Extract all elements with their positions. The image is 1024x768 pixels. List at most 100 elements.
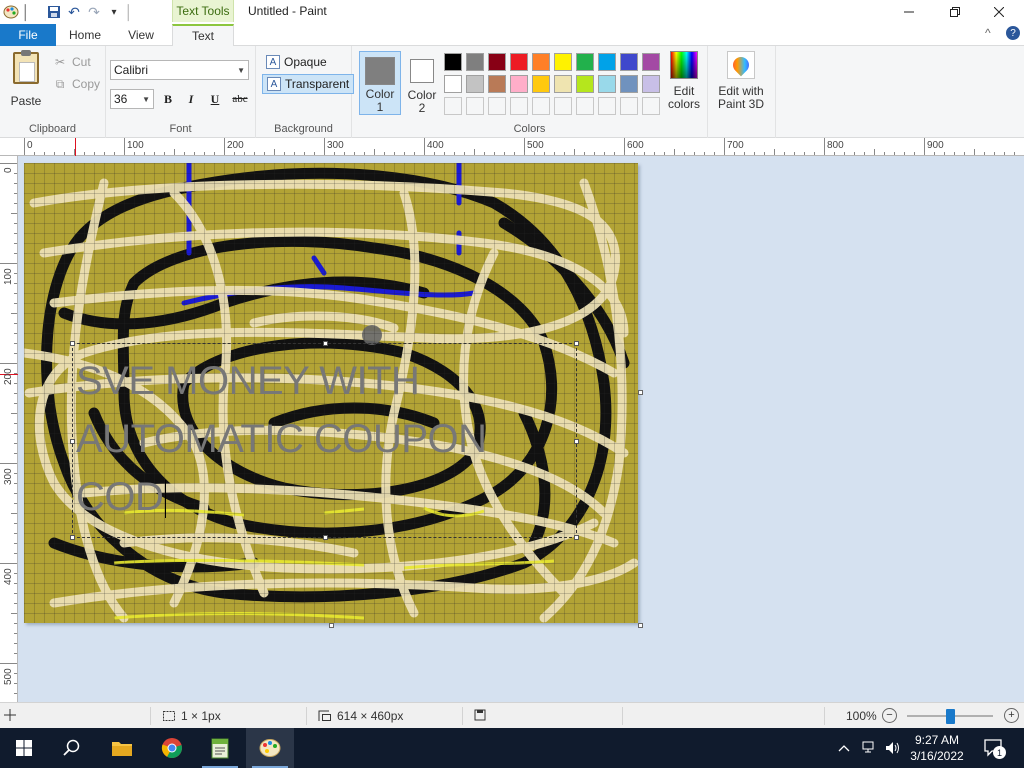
notification-center-button[interactable]: 1 [984, 728, 1006, 768]
drawing-canvas[interactable]: SVE MONEY WITH AUTOMATIC COUPON COD [24, 163, 638, 623]
close-icon[interactable] [976, 0, 1022, 24]
tab-home[interactable]: Home [62, 24, 108, 46]
palette-swatch[interactable] [642, 53, 660, 71]
palette-swatch[interactable] [554, 53, 572, 71]
paint-taskbar-icon[interactable] [246, 728, 294, 768]
palette-swatch[interactable] [466, 97, 484, 115]
chrome-icon[interactable] [148, 728, 196, 768]
ruler-tick [14, 543, 17, 544]
canvas-resize-handle-corner[interactable] [638, 623, 643, 628]
opaque-button[interactable]: A Opaque [262, 52, 331, 72]
canvas-resize-handle-bottom[interactable] [329, 623, 334, 628]
collapse-ribbon-icon[interactable]: ^ [985, 26, 991, 40]
undo-icon[interactable]: ↶ [64, 1, 84, 23]
taskbar-clock[interactable]: 9:27 AM 3/16/2022 [906, 732, 968, 764]
show-hidden-icons[interactable] [838, 728, 850, 768]
ruler-tick [14, 273, 17, 274]
ruler-tick [14, 443, 17, 444]
color1-button[interactable]: Color 1 [359, 51, 401, 115]
ruler-label: 500 [527, 140, 544, 151]
copy-button[interactable]: ⧉ Copy [52, 74, 100, 94]
notepad-icon[interactable] [196, 728, 244, 768]
save-icon[interactable] [44, 1, 64, 23]
palette-swatch[interactable] [466, 53, 484, 71]
strikethrough-button[interactable]: abc [229, 90, 251, 108]
palette-swatch[interactable] [620, 75, 638, 93]
search-button[interactable] [48, 728, 96, 768]
palette-swatch[interactable] [444, 97, 462, 115]
palette-swatch[interactable] [510, 97, 528, 115]
palette-swatch[interactable] [444, 53, 462, 71]
palette-swatch[interactable] [620, 53, 638, 71]
palette-swatch[interactable] [532, 75, 550, 93]
transparent-label: Transparent [285, 77, 350, 91]
canvas-workspace[interactable]: 0 100 200 300 400 500 600 700 800 900 0 100 200 300 4… [0, 138, 1024, 702]
palette-swatch[interactable] [576, 53, 594, 71]
palette-swatch[interactable] [554, 75, 572, 93]
tab-file[interactable]: File [0, 24, 56, 46]
ruler-label: 200 [3, 368, 14, 385]
palette-swatch[interactable] [642, 97, 660, 115]
file-explorer-icon[interactable] [98, 728, 146, 768]
ruler-tick [14, 453, 17, 454]
cut-button[interactable]: ✂ Cut [52, 52, 91, 72]
palette-swatch[interactable] [444, 75, 462, 93]
tab-view[interactable]: View [118, 24, 164, 46]
ruler-tick [394, 152, 395, 155]
chevron-down-icon: ▼ [237, 66, 245, 75]
ruler-tick [674, 149, 675, 155]
palette-swatch[interactable] [510, 75, 528, 93]
transparent-button[interactable]: A Transparent [262, 74, 355, 94]
bold-button[interactable]: B [159, 90, 177, 108]
edit-colors-button[interactable]: Edit colors [666, 51, 702, 115]
palette-swatch[interactable] [620, 97, 638, 115]
palette-swatch[interactable] [510, 53, 528, 71]
palette-swatch[interactable] [576, 75, 594, 93]
font-size-dropdown[interactable]: 36 ▼ [110, 89, 154, 109]
ruler-tick [514, 152, 515, 155]
edit-with-paint3d-button[interactable]: Edit with Paint 3D [714, 51, 768, 115]
canvas-resize-handle-right[interactable] [638, 390, 643, 395]
paint-app-icon[interactable] [2, 1, 20, 23]
palette-swatch[interactable] [598, 75, 616, 93]
network-icon[interactable] [862, 728, 878, 768]
underline-button[interactable]: U [206, 90, 224, 108]
minimize-icon[interactable] [886, 0, 932, 24]
selection-size-text: 1 × 1px [181, 709, 221, 723]
palette-swatch[interactable] [642, 75, 660, 93]
redo-icon[interactable]: ↷ [84, 1, 104, 23]
ruler-tick [494, 152, 495, 155]
zoom-out-button[interactable]: − [882, 708, 897, 723]
ruler-tick [204, 152, 205, 155]
help-icon[interactable]: ? [1006, 26, 1020, 40]
separator [824, 707, 825, 725]
ruler-tick [14, 673, 17, 674]
selection-size: 1 × 1px [162, 709, 221, 723]
ruler-tick [0, 663, 17, 664]
ruler-tick [984, 152, 985, 155]
palette-swatch[interactable] [488, 53, 506, 71]
zoom-in-button[interactable]: + [1004, 708, 1019, 723]
restore-icon[interactable] [932, 0, 978, 24]
palette-swatch[interactable] [488, 97, 506, 115]
palette-swatch[interactable] [598, 97, 616, 115]
font-family-dropdown[interactable]: Calibri ▼ [110, 60, 249, 80]
palette-swatch[interactable] [532, 53, 550, 71]
copy-icon: ⧉ [55, 76, 65, 91]
color2-button[interactable]: Color 2 [404, 51, 440, 115]
ruler-tick [634, 152, 635, 155]
palette-swatch[interactable] [466, 75, 484, 93]
tab-text[interactable]: Text [172, 24, 234, 47]
italic-button[interactable]: I [182, 90, 200, 108]
palette-swatch[interactable] [598, 53, 616, 71]
paste-button[interactable]: Paste [6, 50, 46, 108]
zoom-slider-thumb[interactable] [946, 709, 955, 724]
ruler-tick [64, 152, 65, 155]
volume-icon[interactable] [885, 728, 901, 768]
palette-swatch[interactable] [576, 97, 594, 115]
customize-qat-icon[interactable]: ▾ [104, 1, 124, 23]
start-button[interactable] [0, 728, 48, 768]
palette-swatch[interactable] [554, 97, 572, 115]
palette-swatch[interactable] [488, 75, 506, 93]
palette-swatch[interactable] [532, 97, 550, 115]
